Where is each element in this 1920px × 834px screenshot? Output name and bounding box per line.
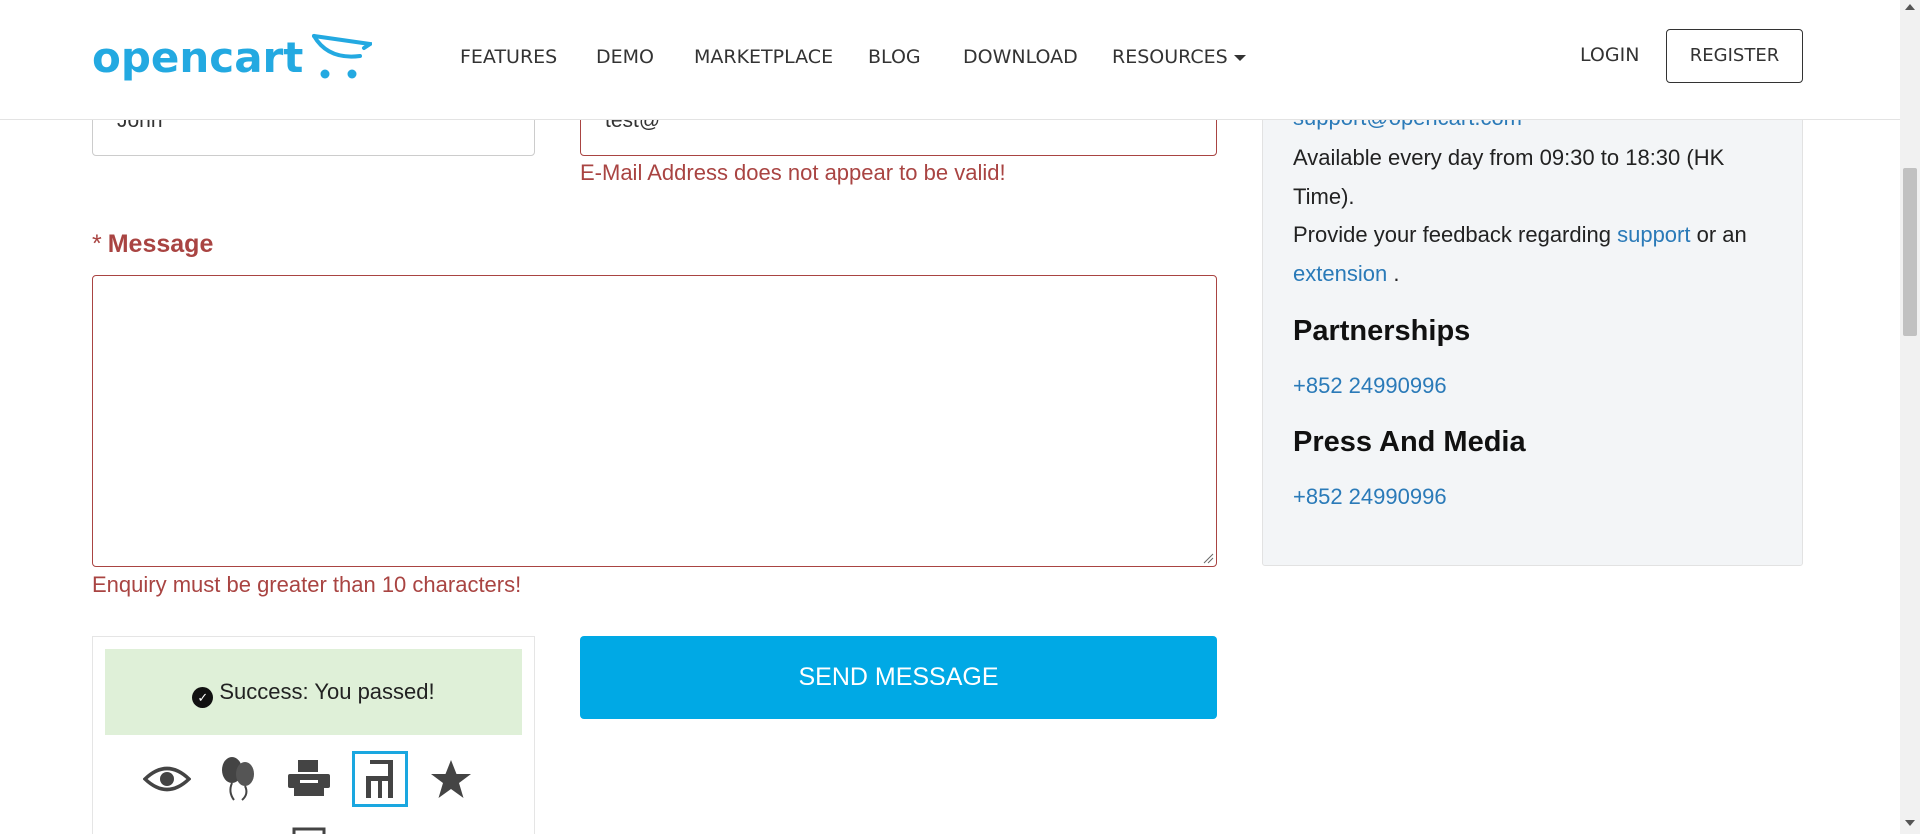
nav-marketplace[interactable]: MARKETPLACE: [694, 46, 833, 68]
nav-resources[interactable]: RESOURCES: [1112, 46, 1246, 68]
feedback-suffix: .: [1393, 261, 1400, 286]
captcha-success: ✓ Success: You passed!: [105, 649, 522, 735]
email-error: E-Mail Address does not appear to be val…: [580, 160, 1006, 185]
nav-demo[interactable]: DEMO: [596, 46, 654, 68]
square-icon[interactable]: [281, 817, 337, 834]
press-heading: Press And Media: [1293, 426, 1526, 458]
site-header: opencart FEATURES DEMO MARKETPLACE BLOG …: [0, 0, 1900, 120]
partnerships-phone-link[interactable]: +852 24990996: [1293, 373, 1447, 398]
check-circle-icon: ✓: [192, 687, 214, 708]
chevron-down-icon: [1233, 54, 1246, 61]
message-label: * Message: [92, 230, 213, 259]
captcha-panel: ✓ Success: You passed!: [92, 636, 535, 834]
feedback-line-2: extension .: [1293, 261, 1399, 287]
scroll-thumb[interactable]: [1903, 168, 1917, 336]
svg-text:opencart: opencart: [92, 33, 303, 82]
message-error: Enquiry must be greater than 10 characte…: [92, 572, 522, 597]
partnerships-heading: Partnerships: [1293, 315, 1471, 347]
feedback-line: Provide your feedback regarding support …: [1293, 222, 1747, 248]
hours-line-2: Time).: [1293, 184, 1355, 209]
feedback-prefix: Provide your feedback regarding: [1293, 222, 1611, 247]
nav-blog[interactable]: BLOG: [868, 46, 921, 68]
printer-icon[interactable]: [281, 751, 337, 807]
nav-features[interactable]: FEATURES: [460, 46, 557, 68]
hours-line-1: Available every day from 09:30 to 18:30 …: [1293, 145, 1725, 170]
scroll-up-arrow-icon[interactable]: [1905, 4, 1915, 10]
page-scrollbar[interactable]: [1900, 0, 1920, 834]
press-phone-link[interactable]: +852 24990996: [1293, 484, 1447, 509]
support-link[interactable]: support: [1617, 222, 1690, 247]
message-textarea[interactable]: [92, 275, 1217, 567]
chair-icon[interactable]: [352, 751, 408, 807]
send-message-button[interactable]: SEND MESSAGE: [580, 636, 1217, 719]
contact-sidebar: support@opencart.com Available every day…: [1262, 90, 1803, 566]
message-label-text: Message: [107, 230, 214, 258]
register-button[interactable]: REGISTER: [1666, 29, 1803, 83]
nav-download[interactable]: DOWNLOAD: [963, 46, 1078, 68]
scroll-down-arrow-icon[interactable]: [1905, 820, 1915, 826]
star-icon[interactable]: [423, 751, 479, 807]
captcha-success-text: Success: You passed!: [219, 679, 435, 704]
extension-link[interactable]: extension: [1293, 261, 1387, 286]
balloons-icon[interactable]: [210, 751, 266, 807]
eye-icon[interactable]: [139, 751, 195, 807]
login-link[interactable]: LOGIN: [1580, 44, 1639, 66]
resize-grip-icon[interactable]: [1202, 552, 1214, 564]
required-mark: *: [92, 230, 102, 258]
opencart-logo[interactable]: opencart: [92, 30, 372, 90]
nav-resources-label: RESOURCES: [1112, 46, 1228, 68]
feedback-middle: or an: [1696, 222, 1747, 247]
